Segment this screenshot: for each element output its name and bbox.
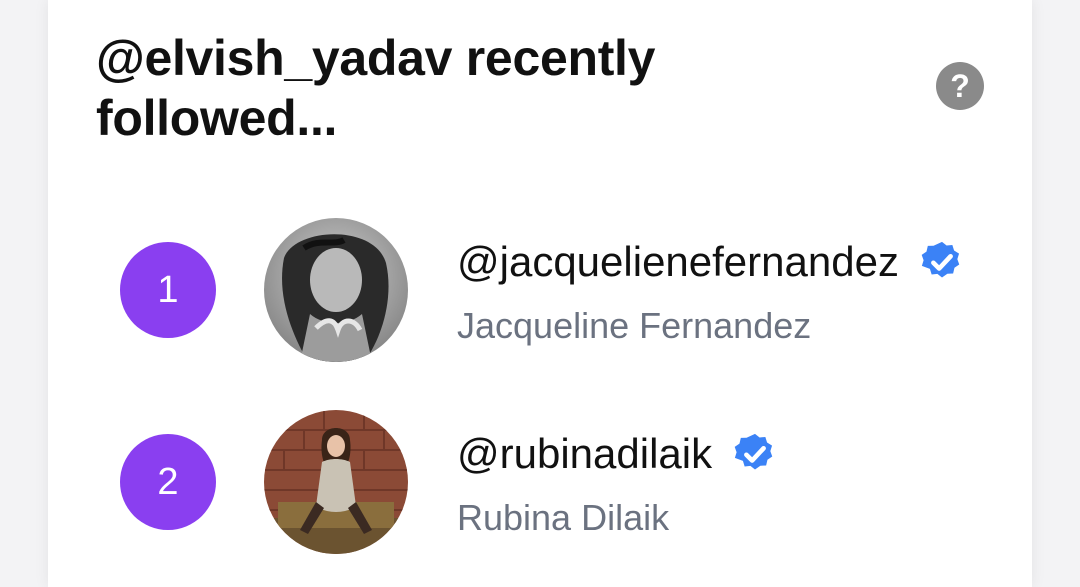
card-title: @elvish_yadav recently followed... [96,30,656,146]
handle-line: @jacquelienefernandez [457,236,965,288]
avatar[interactable] [264,410,408,554]
display-name: Jacqueline Fernandez [457,305,812,346]
help-icon[interactable]: ? [936,62,984,110]
avatar[interactable] [264,218,408,362]
verified-badge-icon [732,431,778,477]
verified-badge-icon [919,239,965,285]
rank-badge: 2 [120,434,216,530]
display-name: Rubina Dilaik [457,497,670,538]
recently-followed-card: @elvish_yadav recently followed... ? 1 @… [48,0,1032,587]
rank-badge: 1 [120,242,216,338]
username-link[interactable]: @rubinadilaik [457,428,712,480]
follow-item[interactable]: 1 @jacquelienefernandez Jacqueline Ferna… [48,218,1032,362]
handle-line: @rubinadilaik [457,428,778,480]
username-link[interactable]: @jacquelienefernandez [457,236,899,288]
follow-item[interactable]: 2 @rubinadilaik Rubina Dilaik [48,410,1032,554]
